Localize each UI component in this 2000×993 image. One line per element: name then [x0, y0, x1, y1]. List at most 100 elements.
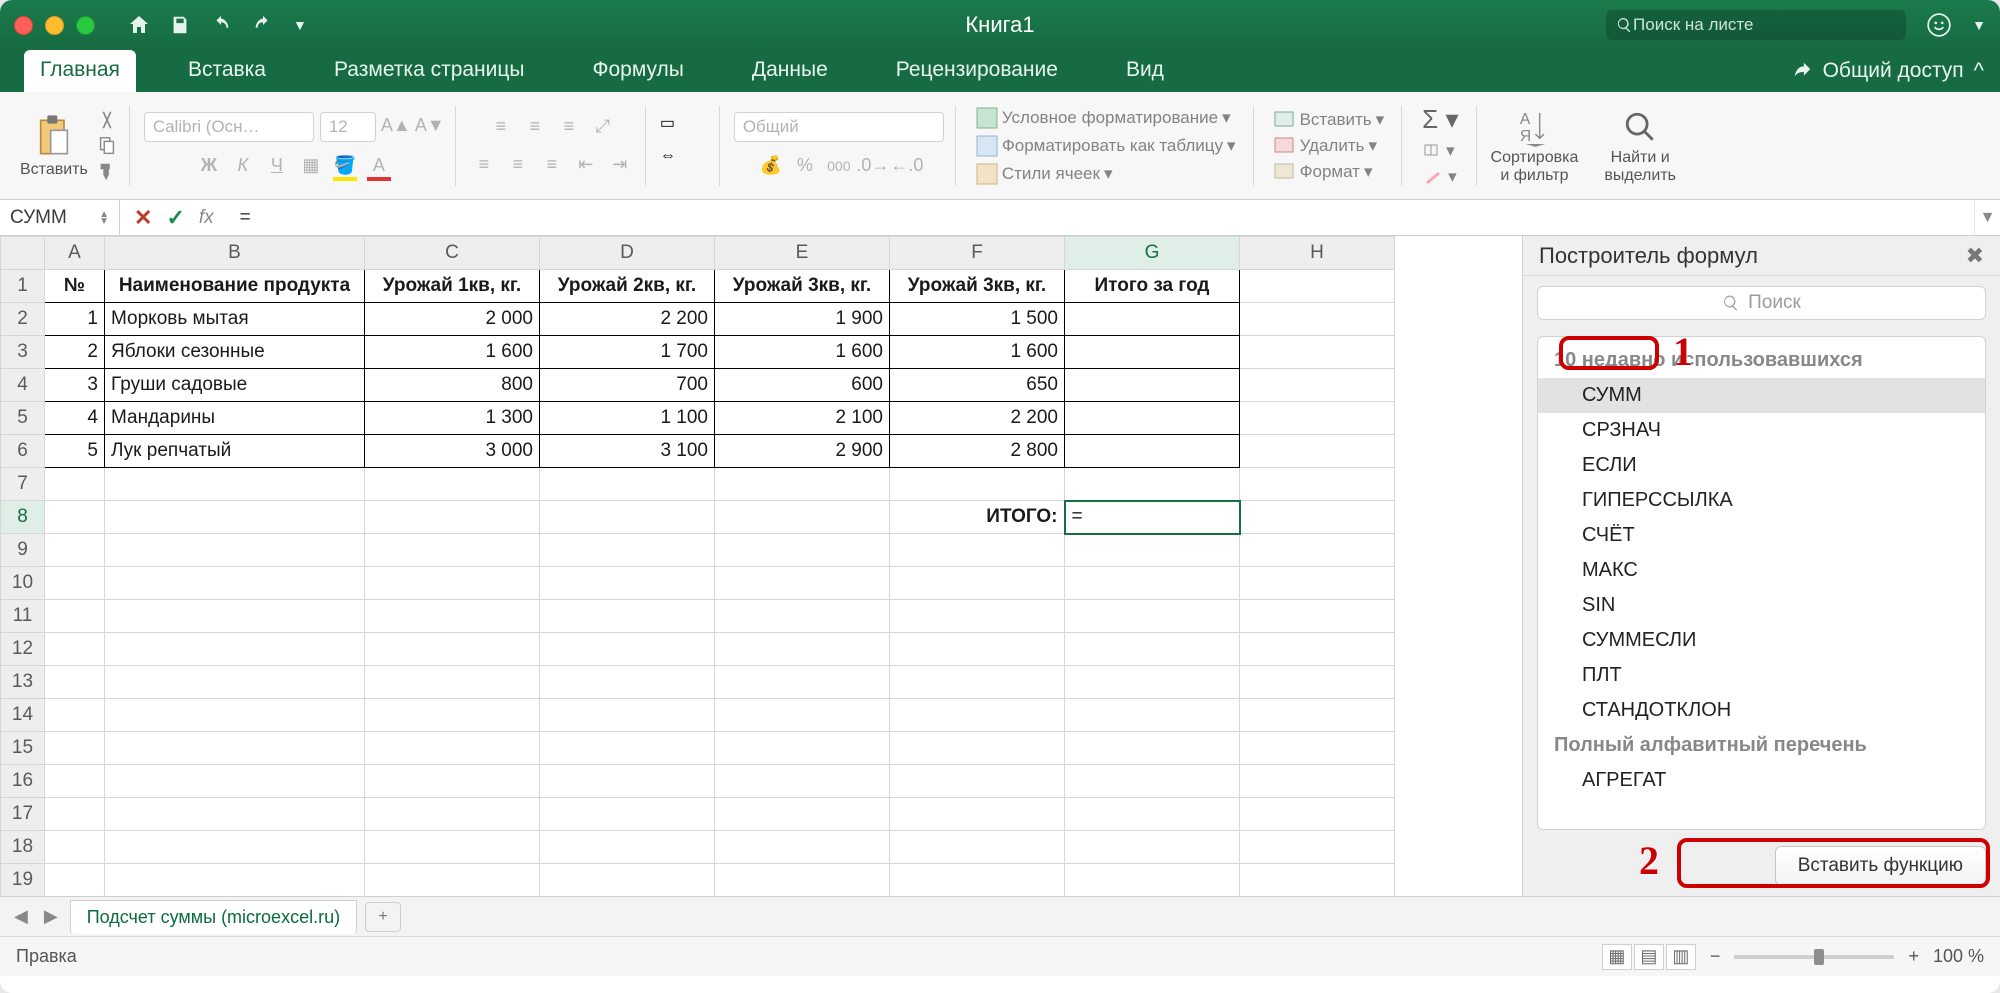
cell[interactable] — [365, 567, 540, 600]
cell[interactable]: 800 — [365, 369, 540, 402]
italic-button[interactable]: К — [229, 152, 257, 180]
cell[interactable] — [540, 699, 715, 732]
cell[interactable] — [105, 699, 365, 732]
cell[interactable] — [890, 666, 1065, 699]
cell[interactable] — [890, 567, 1065, 600]
col-header[interactable]: E — [715, 237, 890, 270]
row-header[interactable]: 4 — [1, 369, 45, 402]
cell[interactable]: Урожай 2кв, кг. — [540, 270, 715, 303]
cell[interactable] — [1240, 369, 1395, 402]
cell[interactable] — [540, 732, 715, 765]
format-painter-icon[interactable] — [96, 161, 118, 183]
col-header[interactable]: A — [45, 237, 105, 270]
cell[interactable] — [1065, 831, 1240, 864]
cell[interactable] — [1065, 732, 1240, 765]
cell[interactable]: 3 — [45, 369, 105, 402]
currency-icon[interactable]: 💰 — [757, 152, 785, 180]
cell[interactable] — [540, 468, 715, 501]
cell[interactable] — [540, 567, 715, 600]
tab-home[interactable]: Главная — [24, 50, 136, 92]
cell[interactable] — [365, 666, 540, 699]
cell[interactable] — [715, 831, 890, 864]
row-header[interactable]: 11 — [1, 600, 45, 633]
cell-styles-button[interactable]: Стили ячеек ▾ — [970, 161, 1119, 187]
cell[interactable] — [1065, 534, 1240, 567]
cell[interactable] — [540, 666, 715, 699]
underline-button[interactable]: Ч — [263, 152, 291, 180]
cell[interactable] — [540, 600, 715, 633]
cell[interactable]: 1 600 — [715, 336, 890, 369]
col-header[interactable]: H — [1240, 237, 1395, 270]
row-header[interactable]: 18 — [1, 831, 45, 864]
cell[interactable] — [105, 666, 365, 699]
cell[interactable] — [45, 666, 105, 699]
panel-search[interactable]: Поиск — [1537, 286, 1986, 320]
accept-formula-icon[interactable]: ✓ — [166, 205, 184, 231]
cell[interactable] — [715, 567, 890, 600]
cell[interactable] — [105, 864, 365, 897]
cell[interactable] — [45, 831, 105, 864]
cell[interactable] — [1065, 402, 1240, 435]
cell[interactable]: 1 100 — [540, 402, 715, 435]
cell[interactable] — [105, 765, 365, 798]
orientation-icon[interactable]: ⤢ — [589, 113, 617, 141]
cell[interactable]: 1 700 — [540, 336, 715, 369]
cell[interactable]: 5 — [45, 435, 105, 468]
titlebar-chevron-icon[interactable]: ▼ — [1972, 17, 1986, 33]
zoom-in-icon[interactable]: + — [1908, 946, 1919, 967]
cell[interactable] — [105, 732, 365, 765]
tab-data[interactable]: Данные — [736, 50, 844, 92]
maximize-window-button[interactable] — [76, 16, 95, 35]
insert-function-button[interactable]: Вставить функцию — [1775, 846, 1986, 886]
font-color-button[interactable]: A — [365, 152, 393, 180]
cell[interactable]: № — [45, 270, 105, 303]
cell[interactable] — [715, 666, 890, 699]
cell[interactable] — [45, 798, 105, 831]
cell[interactable] — [1065, 303, 1240, 336]
decrease-indent-icon[interactable]: ⇤ — [572, 151, 600, 179]
cell[interactable]: 2 900 — [715, 435, 890, 468]
cell[interactable]: = — [1065, 501, 1240, 534]
cell[interactable] — [540, 864, 715, 897]
row-header[interactable]: 16 — [1, 765, 45, 798]
cell[interactable] — [45, 765, 105, 798]
cell[interactable]: 2 100 — [715, 402, 890, 435]
cell[interactable] — [105, 831, 365, 864]
cell[interactable] — [1240, 534, 1395, 567]
cell[interactable]: 650 — [890, 369, 1065, 402]
sheet-tab-active[interactable]: Подсчет суммы (microexcel.ru) — [70, 900, 357, 934]
row-header[interactable]: 6 — [1, 435, 45, 468]
tab-insert[interactable]: Вставка — [172, 50, 282, 92]
cell[interactable] — [540, 798, 715, 831]
cell[interactable] — [365, 699, 540, 732]
cell[interactable] — [890, 831, 1065, 864]
merge-cells-icon[interactable]: ⇔ — [660, 147, 708, 179]
cell[interactable] — [715, 501, 890, 534]
function-item[interactable]: ГИПЕРССЫЛКА — [1538, 483, 1985, 518]
find-icon[interactable] — [1623, 107, 1657, 147]
cancel-formula-icon[interactable]: ✕ — [134, 205, 152, 231]
cell[interactable] — [365, 468, 540, 501]
row-header[interactable]: 2 — [1, 303, 45, 336]
function-item[interactable]: СУММ — [1538, 378, 1985, 413]
cell[interactable] — [1240, 699, 1395, 732]
sheet-search[interactable] — [1606, 10, 1906, 40]
cell[interactable]: Урожай 3кв, кг. — [890, 270, 1065, 303]
cell[interactable] — [715, 798, 890, 831]
col-header[interactable]: D — [540, 237, 715, 270]
cell[interactable]: 2 200 — [890, 402, 1065, 435]
bold-button[interactable]: Ж — [195, 152, 223, 180]
fx-icon[interactable]: fx — [199, 207, 214, 229]
function-item[interactable]: СТАНДОТКЛОН — [1538, 693, 1985, 728]
tab-page-layout[interactable]: Разметка страницы — [318, 50, 541, 92]
cell[interactable]: Груши садовые — [105, 369, 365, 402]
cell[interactable]: 2 000 — [365, 303, 540, 336]
cell[interactable] — [45, 567, 105, 600]
cell[interactable]: Урожай 3кв, кг. — [715, 270, 890, 303]
cell[interactable] — [1240, 336, 1395, 369]
cell[interactable] — [1240, 468, 1395, 501]
cell[interactable] — [890, 798, 1065, 831]
qat-dropdown-icon[interactable]: ▼ — [293, 17, 307, 33]
cell[interactable] — [105, 567, 365, 600]
cell[interactable] — [365, 732, 540, 765]
